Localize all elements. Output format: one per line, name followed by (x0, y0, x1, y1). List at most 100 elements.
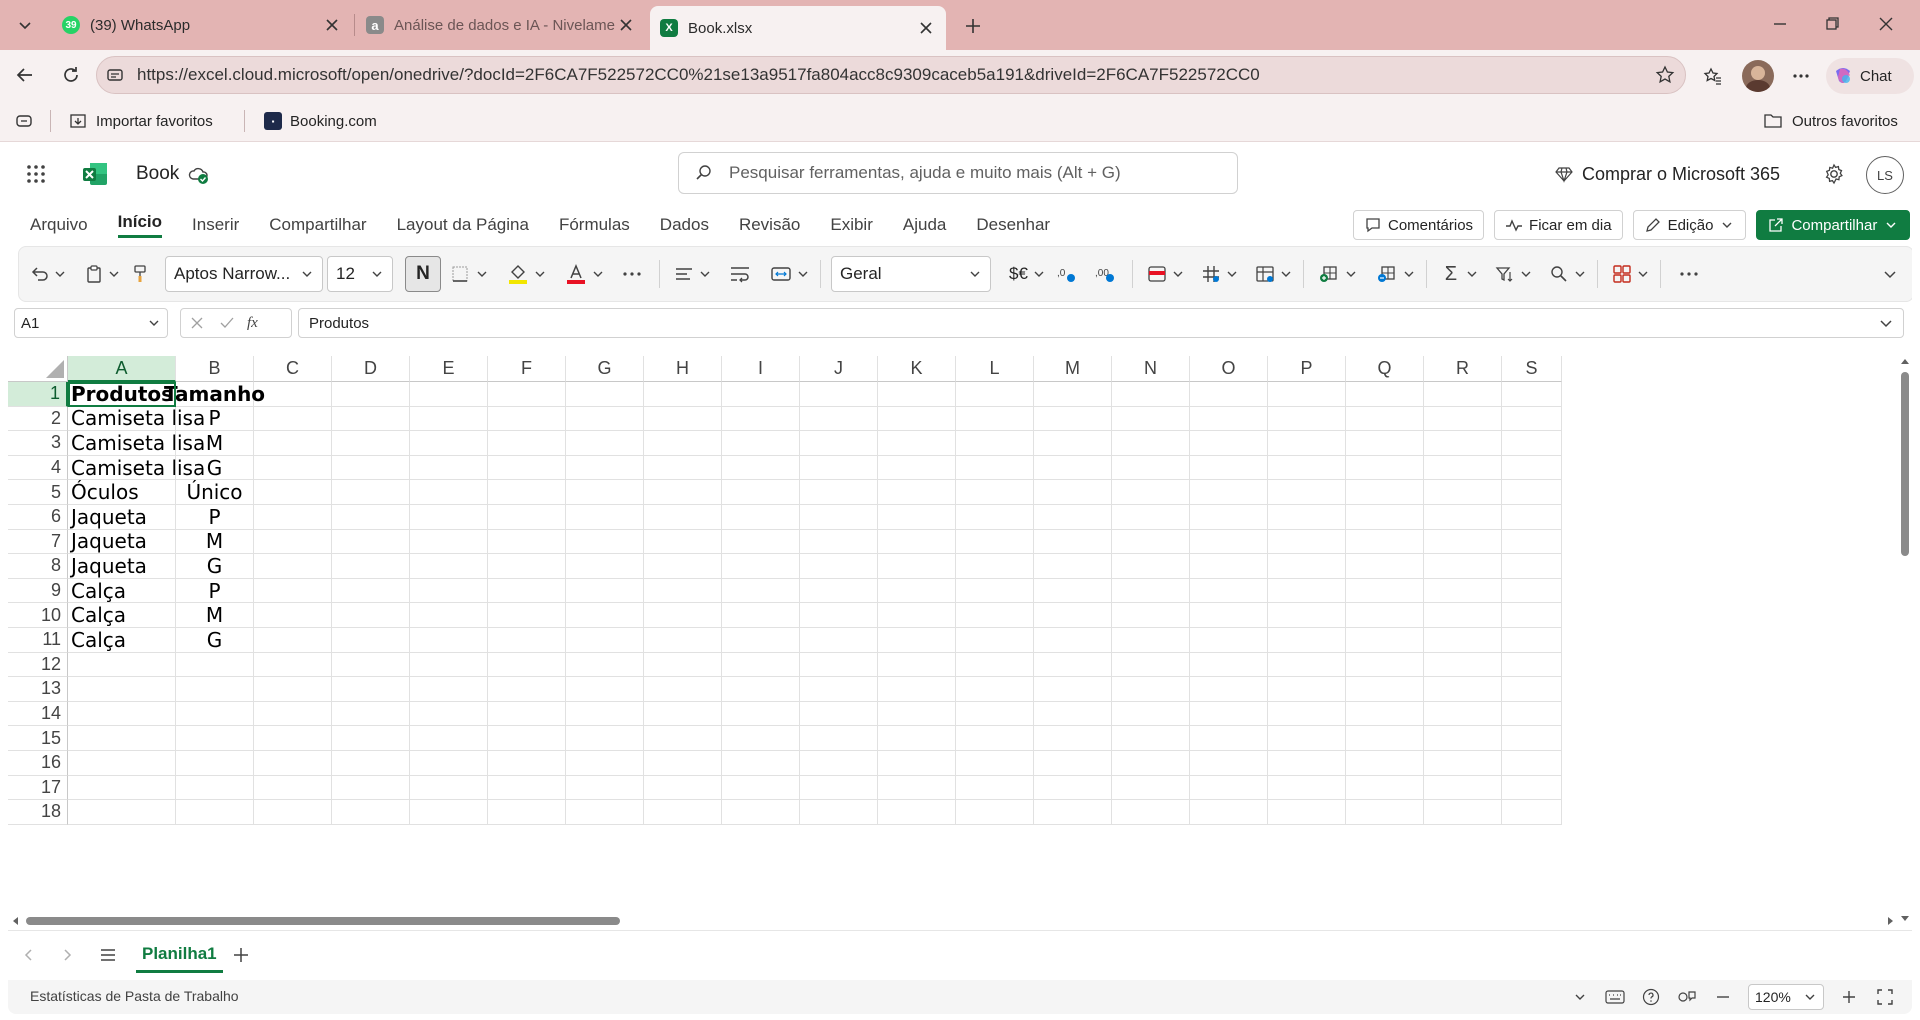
cell-q9[interactable] (1346, 578, 1424, 604)
cell-g4[interactable] (566, 455, 644, 481)
cell-i16[interactable] (722, 751, 800, 776)
cell-l13[interactable] (956, 677, 1034, 702)
fit-to-window-icon[interactable] (1874, 989, 1896, 1005)
workbook-statistics-link[interactable]: Estatísticas de Pasta de Trabalho (30, 988, 239, 1004)
cell-c2[interactable] (254, 406, 332, 432)
cell-e17[interactable] (410, 775, 488, 801)
cell-i13[interactable] (722, 677, 800, 702)
cell-h12[interactable] (644, 652, 722, 678)
chevron-down-icon[interactable] (533, 267, 547, 281)
cell-g11[interactable] (566, 628, 644, 653)
cell-o1[interactable] (1190, 382, 1268, 407)
comments-button[interactable]: Comentários (1353, 210, 1485, 240)
cell-l15[interactable] (956, 726, 1034, 751)
scroll-down-icon[interactable] (1898, 912, 1912, 926)
cell-d1[interactable] (332, 382, 410, 407)
cell-c14[interactable] (254, 701, 332, 727)
cell-b18[interactable] (176, 800, 254, 825)
cell-o7[interactable] (1190, 529, 1268, 555)
cell-f14[interactable] (488, 701, 566, 727)
column-header-h[interactable]: H (644, 356, 722, 382)
cell-q15[interactable] (1346, 726, 1424, 751)
row-header-12[interactable]: 12 (8, 652, 68, 678)
cell-i5[interactable] (722, 480, 800, 505)
cell-m17[interactable] (1034, 775, 1112, 801)
cell-k11[interactable] (878, 628, 956, 653)
settings-gear-icon[interactable] (1820, 160, 1848, 188)
cell-a9[interactable]: Calça (68, 579, 176, 604)
cell-k4[interactable] (878, 455, 956, 481)
cell-o16[interactable] (1190, 751, 1268, 776)
chevron-down-icon[interactable] (796, 267, 810, 281)
cell-i3[interactable] (722, 431, 800, 456)
cell-f13[interactable] (488, 677, 566, 702)
cell-c4[interactable] (254, 455, 332, 481)
cell-j15[interactable] (800, 726, 878, 751)
cell-j17[interactable] (800, 775, 878, 801)
cell-a1[interactable]: Produtos (68, 382, 176, 407)
tab-exibir[interactable]: Exibir (830, 215, 873, 235)
cell-f6[interactable] (488, 505, 566, 530)
cell-m18[interactable] (1034, 800, 1112, 825)
cell-k3[interactable] (878, 431, 956, 456)
close-tab-icon[interactable] (616, 15, 636, 35)
cell-i12[interactable] (722, 652, 800, 678)
cell-m13[interactable] (1034, 677, 1112, 702)
cell-i15[interactable] (722, 726, 800, 751)
cell-b8[interactable]: G (176, 554, 254, 579)
cell-p15[interactable] (1268, 726, 1346, 751)
chevron-down-icon[interactable] (1171, 267, 1185, 281)
row-header-11[interactable]: 11 (8, 628, 68, 653)
column-header-n[interactable]: N (1112, 356, 1190, 382)
cell-k9[interactable] (878, 578, 956, 604)
cell-k2[interactable] (878, 406, 956, 432)
cell-f9[interactable] (488, 578, 566, 604)
cell-n13[interactable] (1112, 677, 1190, 702)
cell-j2[interactable] (800, 406, 878, 432)
cell-c6[interactable] (254, 505, 332, 530)
cell-e15[interactable] (410, 726, 488, 751)
cell-a4[interactable]: Camiseta lisa (68, 456, 205, 481)
cell-a7[interactable]: Jaqueta (68, 529, 176, 555)
cell-l9[interactable] (956, 578, 1034, 604)
cell-f8[interactable] (488, 554, 566, 579)
cell-n11[interactable] (1112, 628, 1190, 653)
cell-g7[interactable] (566, 529, 644, 555)
cell-f16[interactable] (488, 751, 566, 776)
cell-p12[interactable] (1268, 652, 1346, 678)
cell-q2[interactable] (1346, 406, 1424, 432)
cell-e5[interactable] (410, 480, 488, 505)
cell-q8[interactable] (1346, 554, 1424, 579)
cell-l18[interactable] (956, 800, 1034, 825)
cell-s1[interactable] (1502, 382, 1562, 407)
cell-a6[interactable]: Jaqueta (68, 505, 176, 530)
cell-k18[interactable] (878, 800, 956, 825)
column-header-q[interactable]: Q (1346, 356, 1424, 382)
cell-d18[interactable] (332, 800, 410, 825)
cell-d11[interactable] (332, 628, 410, 653)
cell-h2[interactable] (644, 406, 722, 432)
cell-q7[interactable] (1346, 529, 1424, 555)
tab-formulas[interactable]: Fórmulas (559, 215, 630, 235)
cell-g5[interactable] (566, 480, 644, 505)
favorites-collection-icon[interactable] (1698, 62, 1728, 90)
cell-e14[interactable] (410, 701, 488, 727)
cell-h4[interactable] (644, 455, 722, 481)
cell-d15[interactable] (332, 726, 410, 751)
chevron-down-icon[interactable] (1519, 267, 1533, 281)
fill-color-button[interactable] (503, 256, 547, 292)
cell-s9[interactable] (1502, 578, 1562, 604)
more-font-options-icon[interactable] (615, 256, 649, 292)
cell-m8[interactable] (1034, 554, 1112, 579)
cell-d5[interactable] (332, 480, 410, 505)
row-header-8[interactable]: 8 (8, 554, 68, 579)
cell-a5[interactable]: Óculos (68, 480, 176, 505)
cell-g8[interactable] (566, 554, 644, 579)
next-sheet-chevron-icon[interactable] (58, 945, 78, 965)
cell-h6[interactable] (644, 505, 722, 530)
cell-b6[interactable]: P (176, 505, 254, 530)
cell-g12[interactable] (566, 652, 644, 678)
cell-h16[interactable] (644, 751, 722, 776)
tab-revisao[interactable]: Revisão (739, 215, 800, 235)
zoom-out-minus-icon[interactable] (1712, 990, 1734, 1004)
